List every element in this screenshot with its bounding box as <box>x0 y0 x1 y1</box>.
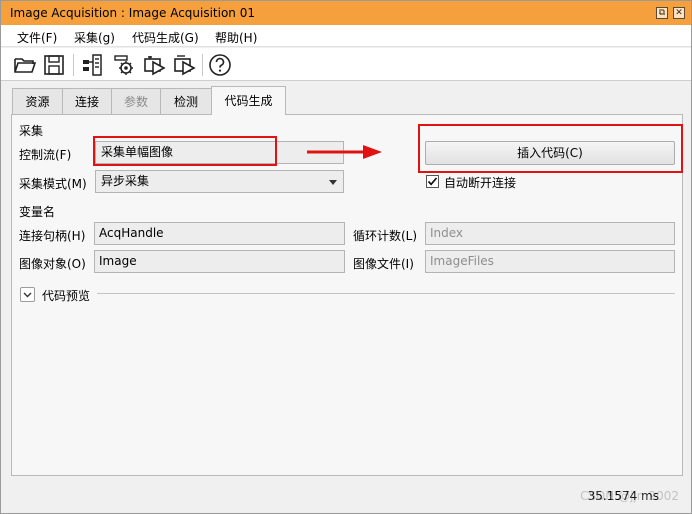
preview-divider <box>97 293 675 294</box>
menu-bar: 文件(F) 采集(g) 代码生成(G) 帮助(H) <box>1 25 691 47</box>
image-object-label: 图像对象(O) <box>19 257 86 271</box>
title-bar: Image Acquisition : Image Acquisition 01… <box>1 1 691 25</box>
menu-acquire[interactable]: 采集(g) <box>74 29 115 46</box>
save-icon[interactable] <box>41 52 67 78</box>
tab-inspect[interactable]: 检测 <box>160 88 212 114</box>
tab-parameters[interactable]: 参数 <box>111 88 161 114</box>
acquisition-mode-select[interactable]: 异步采集 <box>95 170 344 193</box>
image-files-field[interactable]: ImageFiles <box>425 250 675 273</box>
toolbar-separator <box>73 54 74 76</box>
menu-codegen[interactable]: 代码生成(G) <box>132 29 199 46</box>
chevron-down-icon <box>329 180 337 185</box>
tab-codegen[interactable]: 代码生成 <box>211 86 286 115</box>
toolbar <box>1 48 691 81</box>
auto-disconnect-checkbox[interactable] <box>426 175 439 188</box>
code-preview-label: 代码预览 <box>42 289 91 303</box>
insert-code-highlight-box <box>418 124 683 173</box>
loop-counter-label: 循环计数(L) <box>353 229 418 243</box>
help-icon[interactable] <box>207 52 233 78</box>
red-arrow-annotation <box>307 145 382 159</box>
image-files-label: 图像文件(I) <box>353 257 414 271</box>
watermark: CSDN @jjm2002 <box>580 489 679 503</box>
image-acquisition-window: Image Acquisition : Image Acquisition 01… <box>0 0 692 514</box>
acquisition-mode-value: 异步采集 <box>101 174 150 188</box>
variables-section-title: 变量名 <box>19 205 56 219</box>
control-flow-highlight-box <box>93 136 277 166</box>
open-folder-icon[interactable] <box>12 52 38 78</box>
auto-disconnect-label: 自动断开连接 <box>444 176 517 190</box>
tab-connection[interactable]: 连接 <box>62 88 112 114</box>
handle-label: 连接句柄(H) <box>19 229 86 243</box>
acquisition-mode-label: 采集模式(M) <box>19 177 87 191</box>
live-icon[interactable] <box>172 52 198 78</box>
acquisition-section-title: 采集 <box>19 124 44 138</box>
restore-icon[interactable]: ⧉ <box>656 7 668 19</box>
handle-field[interactable]: AcqHandle <box>94 222 345 245</box>
menu-file[interactable]: 文件(F) <box>17 29 57 46</box>
menu-help[interactable]: 帮助(H) <box>215 29 257 46</box>
close-icon[interactable]: ✕ <box>673 7 685 19</box>
chevron-down-icon <box>23 292 32 298</box>
toolbar-separator <box>202 54 203 76</box>
preview-expander[interactable] <box>20 287 35 302</box>
loop-counter-field[interactable]: Index <box>425 222 675 245</box>
window-title: Image Acquisition : Image Acquisition 01 <box>10 6 255 20</box>
settings-icon[interactable] <box>111 52 137 78</box>
connect-icon[interactable] <box>79 52 105 78</box>
image-object-field[interactable]: Image <box>94 250 345 273</box>
control-flow-label: 控制流(F) <box>19 148 72 162</box>
checkmark-icon <box>427 177 438 186</box>
snap-icon[interactable] <box>142 52 168 78</box>
tab-resource[interactable]: 资源 <box>12 88 63 114</box>
